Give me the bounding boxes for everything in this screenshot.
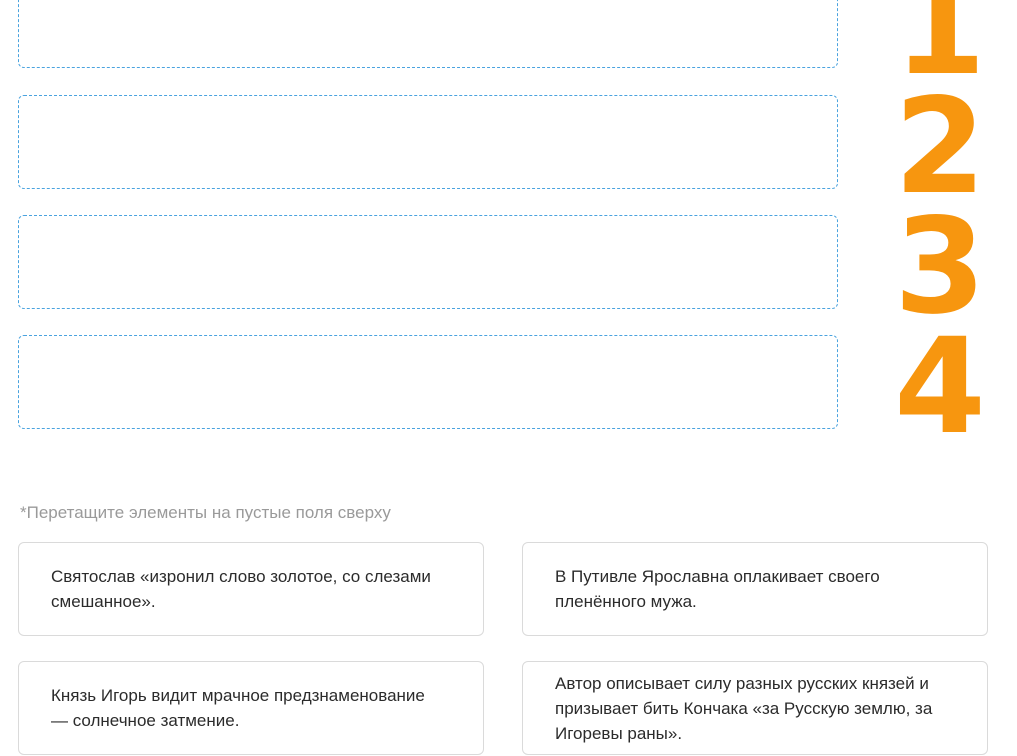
draggable-card[interactable]: Князь Игорь видит мрачное предзнаменован… — [18, 661, 484, 755]
drop-zone-1[interactable] — [18, 0, 838, 68]
drop-zone-4[interactable] — [18, 335, 838, 429]
draggable-card[interactable]: Автор описывает силу разных русских княз… — [522, 661, 988, 755]
card-text: Автор описывает силу разных русских княз… — [555, 673, 933, 743]
drag-hint: *Перетащите элементы на пустые поля свер… — [20, 503, 391, 522]
slot-number-4: 4 — [894, 310, 986, 464]
card-text: Князь Игорь видит мрачное предзнаменован… — [51, 686, 425, 730]
drop-zone-3[interactable] — [18, 215, 838, 309]
card-text: В Путивле Ярославна оплакивает своего пл… — [555, 567, 880, 611]
drop-zone-2[interactable] — [18, 95, 838, 189]
draggable-card[interactable]: В Путивле Ярославна оплакивает своего пл… — [522, 542, 988, 636]
draggable-card[interactable]: Святослав «изронил слово золотое, со сле… — [18, 542, 484, 636]
card-text: Святослав «изронил слово золотое, со сле… — [51, 567, 431, 611]
